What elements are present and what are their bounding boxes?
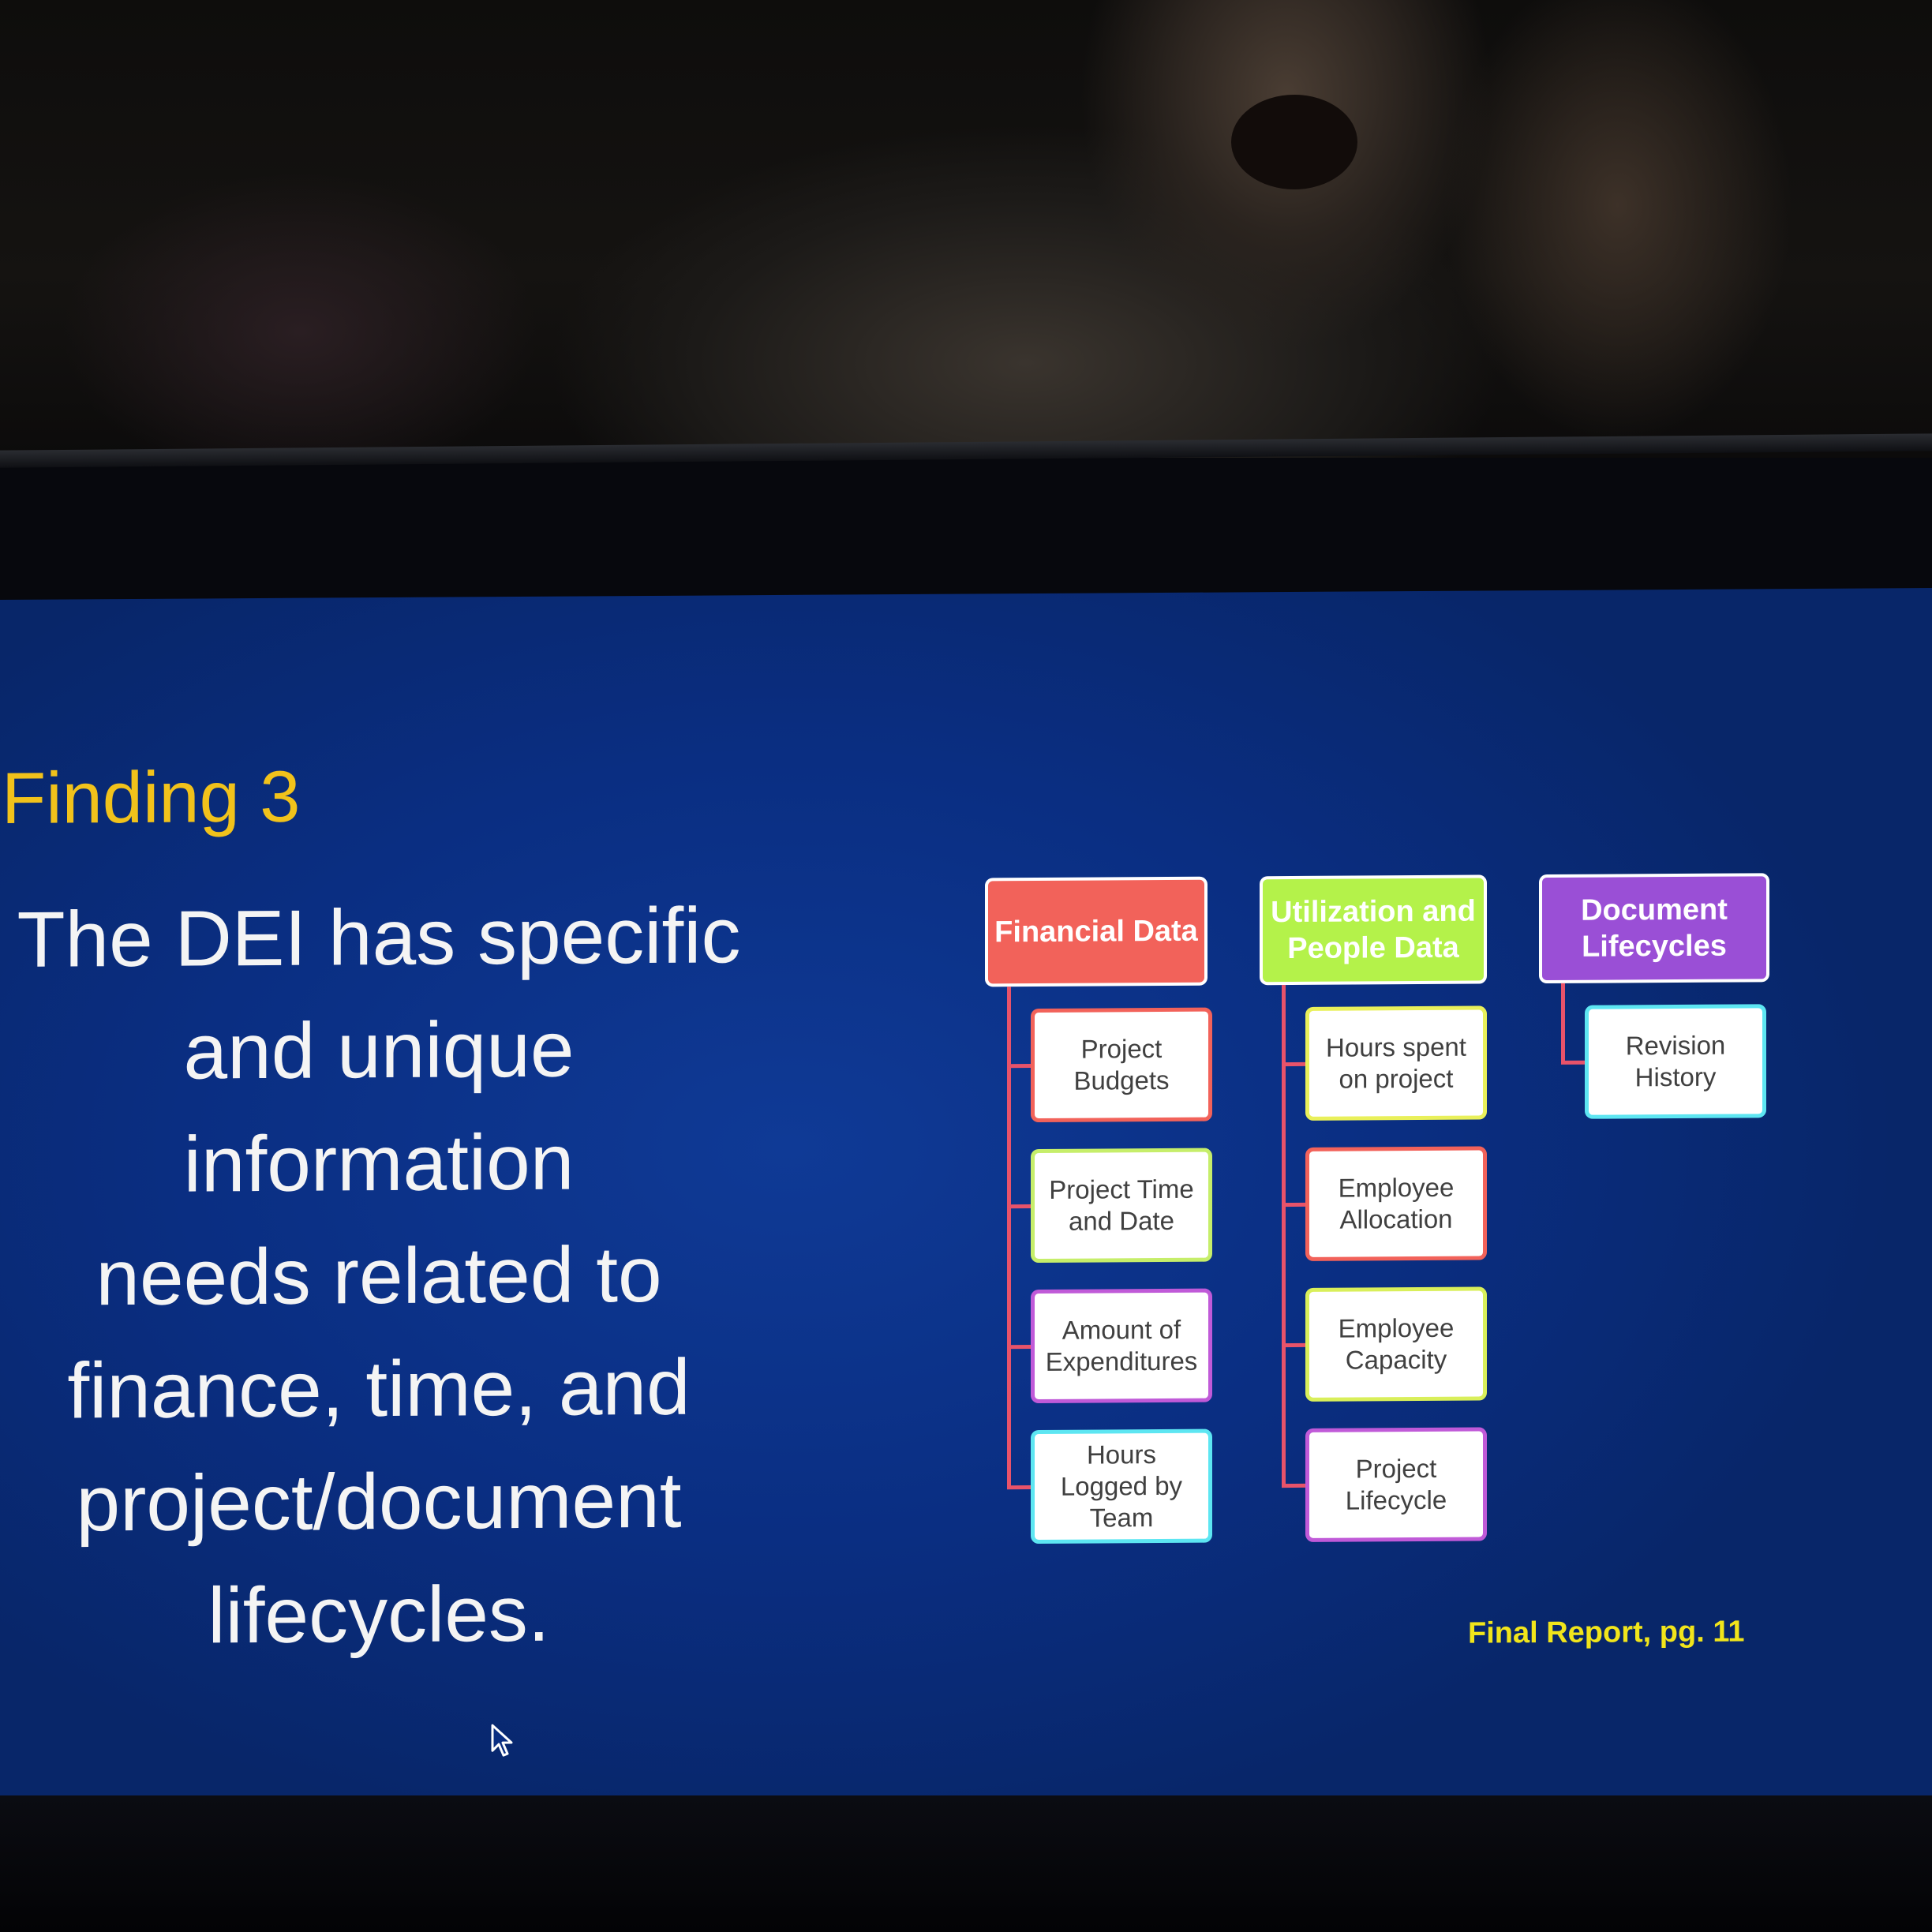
diagram-item: Project Budgets [1031,1007,1212,1123]
diagram-item: Hours Logged by Team [1031,1428,1212,1544]
video-feed [0,0,1932,458]
diagram-item: Revision History [1585,1004,1766,1119]
diagram-connector-horizontal [1282,1202,1305,1208]
diagram-connector-horizontal [1007,1064,1031,1069]
diagram-connector-horizontal [1007,1204,1031,1209]
diagram-item: Project Lifecycle [1305,1427,1487,1542]
diagram-connector-horizontal [1007,1345,1031,1350]
diagram-connector-horizontal [1282,1061,1305,1067]
presentation-slide: Finding 3 The DEI has specific and uniqu… [0,588,1932,1807]
person-face [1231,95,1357,189]
diagram-item: Employee Allocation [1305,1146,1487,1261]
monitor-bezel [0,1795,1932,1932]
diagram-connector-horizontal [1561,1060,1585,1065]
diagram-connector-vertical [1007,987,1011,1488]
diagram-header-3: Document Lifecycles [1539,873,1769,984]
diagram-connector-horizontal [1282,1342,1305,1348]
diagram-connector-vertical [1282,985,1286,1486]
diagram-connector-horizontal [1007,1485,1031,1490]
diagram-header-2: Utilization and People Data [1260,874,1487,986]
diagram-connector-horizontal [1282,1483,1305,1488]
diagram-item: Project Time and Date [1031,1148,1212,1264]
mouse-pointer-icon [491,1724,513,1757]
report-reference: Final Report, pg. 11 [1468,1615,1745,1650]
hierarchy-diagram: Financial Data Project Budgets Project Tim… [0,588,1932,1705]
diagram-item: Employee Capacity [1305,1286,1487,1402]
diagram-header-1: Financial Data [985,876,1208,987]
diagram-item: Amount of Expenditures [1031,1288,1212,1404]
diagram-item: Hours spent on project [1305,1005,1487,1121]
diagram-connector-vertical [1561,983,1565,1062]
